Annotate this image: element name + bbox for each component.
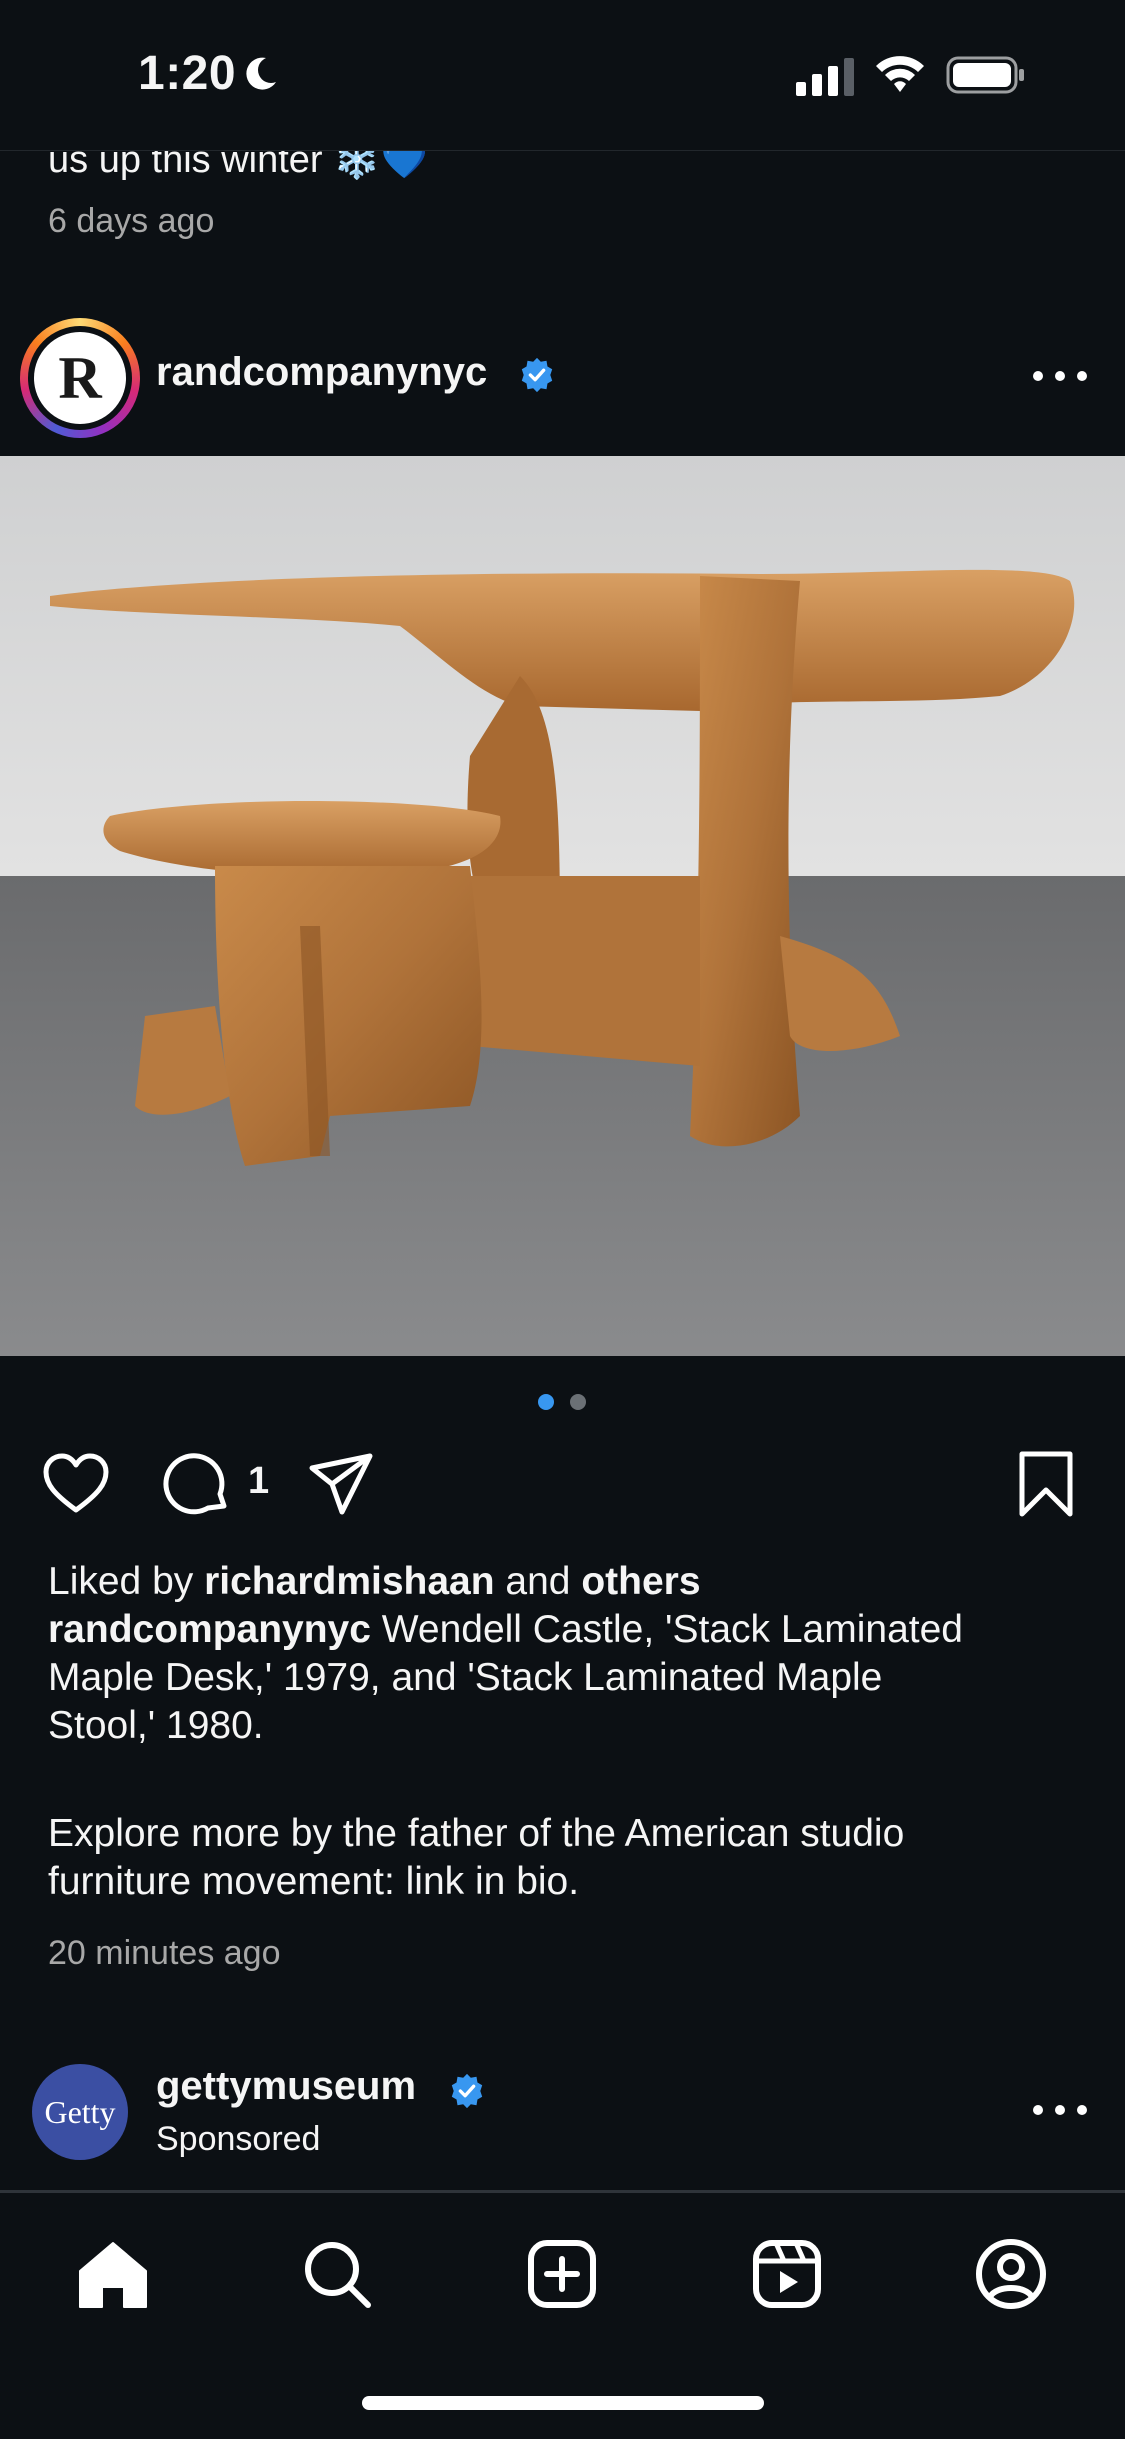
post-caption: Liked by richardmishaan and others randc… <box>48 1558 1078 1906</box>
share-send-icon[interactable] <box>306 1448 378 1520</box>
avatar[interactable]: R <box>34 332 126 424</box>
more-options-icon[interactable] <box>1030 2102 1090 2118</box>
status-time: 1:20 <box>138 47 237 100</box>
more-options-icon[interactable] <box>1030 368 1090 384</box>
status-bar: 1:20 <box>0 0 1125 150</box>
post-timestamp: 20 minutes ago <box>48 1934 281 1972</box>
previous-post-timestamp: 6 days ago <box>48 202 215 240</box>
search-icon[interactable] <box>300 2237 374 2311</box>
sponsored-label: Sponsored <box>156 2120 321 2158</box>
liked-by-and: and <box>505 1560 571 1603</box>
battery-icon <box>946 56 1024 94</box>
save-bookmark-icon[interactable] <box>1010 1448 1082 1520</box>
caption-text-4: Explore more by the father of the Americ… <box>48 1812 905 1855</box>
post-username[interactable]: randcompanynyc <box>156 350 487 395</box>
home-indicator[interactable] <box>362 2396 764 2410</box>
liked-by-others[interactable]: others <box>581 1560 700 1603</box>
reels-icon[interactable] <box>750 2237 824 2311</box>
cellular-signal-icon <box>796 58 854 96</box>
liked-by-user[interactable]: richardmishaan <box>204 1560 494 1603</box>
status-divider <box>0 150 1125 151</box>
liked-by-prefix: Liked by <box>48 1560 194 1603</box>
post-image[interactable] <box>0 456 1125 1356</box>
verified-badge-icon <box>451 2073 483 2109</box>
avatar-logo: R <box>58 344 102 411</box>
like-heart-icon[interactable] <box>40 1448 112 1520</box>
caption-text-1: Wendell Castle, 'Stack Laminated <box>381 1608 963 1651</box>
next-post-avatar-logo: Getty <box>44 2093 116 2130</box>
caption-line-1: randcompanynyc Wendell Castle, 'Stack La… <box>48 1606 1078 1654</box>
carousel-dot <box>570 1394 586 1410</box>
create-post-icon[interactable] <box>525 2237 599 2311</box>
caption-text-3: Stool,' 1980. <box>48 1704 264 1747</box>
next-post-username[interactable]: gettymuseum <box>156 2064 416 2109</box>
wifi-icon <box>876 56 924 92</box>
home-icon[interactable] <box>76 2237 150 2311</box>
moon-icon <box>246 57 276 90</box>
carousel-dot-active <box>538 1394 554 1410</box>
caption-text-5: furniture movement: link in bio. <box>48 1860 580 1903</box>
liked-by-line: Liked by richardmishaan and others <box>48 1558 1078 1606</box>
caption-text-2: Maple Desk,' 1979, and 'Stack Laminated … <box>48 1656 883 1699</box>
profile-icon[interactable] <box>974 2237 1048 2311</box>
caption-username[interactable]: randcompanynyc <box>48 1608 371 1651</box>
verified-badge-icon <box>521 357 553 393</box>
next-post-avatar[interactable]: Getty <box>32 2064 128 2160</box>
comment-count[interactable]: 1 <box>248 1460 269 1503</box>
comment-icon[interactable] <box>162 1448 234 1520</box>
